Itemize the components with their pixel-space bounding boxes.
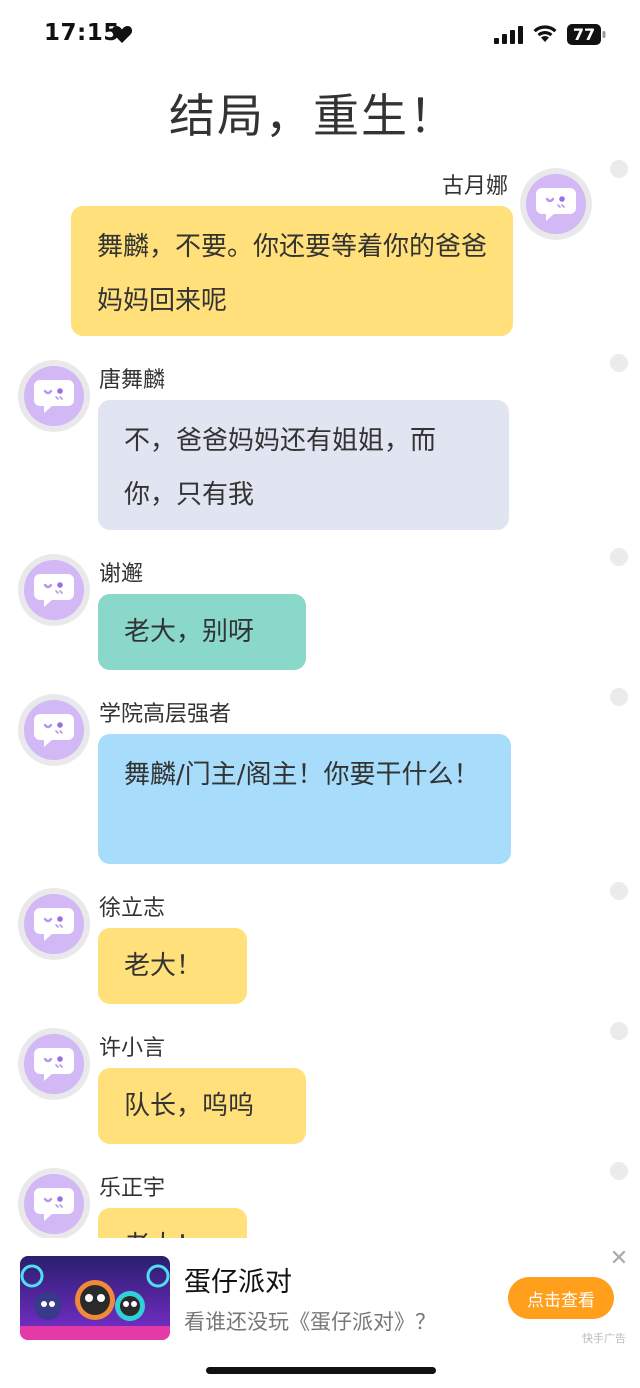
select-dot[interactable] <box>610 548 628 566</box>
message-bubble[interactable]: 舞麟，不要。你还要等着你的爸爸妈妈回来呢 <box>71 206 513 336</box>
select-dot[interactable] <box>610 160 628 178</box>
message-sender: 古月娜 <box>442 174 509 199</box>
ad-thumbnail[interactable] <box>20 1256 170 1340</box>
avatar[interactable] <box>18 694 90 766</box>
message-bubble[interactable]: 不，爸爸妈妈还有姐姐，而你，只有我 <box>98 400 509 530</box>
message-bubble[interactable]: 老大，别呀 <box>98 594 306 670</box>
select-dot[interactable] <box>610 354 628 372</box>
chat-bubble-icon <box>34 1048 74 1081</box>
heart-icon <box>111 26 133 43</box>
message-sender: 谢邂 <box>99 562 144 587</box>
avatar[interactable] <box>18 1168 90 1238</box>
chat-bubble-icon <box>34 1188 74 1221</box>
chat-bubble-icon <box>34 380 74 413</box>
message-sender: 乐正宇 <box>99 1176 166 1201</box>
message-bubble[interactable]: 老大！ <box>98 928 247 1004</box>
message-bubble[interactable]: 老大！ <box>98 1208 247 1238</box>
select-dot[interactable] <box>610 688 628 706</box>
wifi-icon <box>533 25 557 42</box>
battery-level: 77 <box>572 25 596 44</box>
ad-description[interactable]: 看谁还没玩《蛋仔派对》？ <box>184 1306 436 1336</box>
ad-view-button[interactable]: 点击查看 <box>508 1277 614 1319</box>
chat-bubble-icon <box>34 908 74 941</box>
avatar[interactable] <box>18 888 90 960</box>
status-bar: 17:15 77 <box>0 0 640 70</box>
avatar[interactable] <box>18 1028 90 1100</box>
ad-banner[interactable]: 蛋仔派对 看谁还没玩《蛋仔派对》？ 点击查看 ✕ 快手广告 <box>0 1240 640 1350</box>
message-bubble[interactable]: 队长，呜呜 <box>98 1068 306 1144</box>
chat-feed[interactable]: 古月娜 舞麟，不要。你还要等着你的爸爸妈妈回来呢 唐舞麟 不，爸爸妈妈还有姐姐，… <box>0 150 640 1238</box>
status-time: 17:15 <box>44 20 120 46</box>
page-title: 结局，重生！ <box>169 89 457 143</box>
select-dot[interactable] <box>610 1022 628 1040</box>
chat-bubble-icon <box>536 188 576 221</box>
chat-bubble-icon <box>34 714 74 747</box>
select-dot[interactable] <box>610 1162 628 1180</box>
close-icon[interactable]: ✕ <box>608 1248 630 1270</box>
avatar[interactable] <box>18 360 90 432</box>
ad-title[interactable]: 蛋仔派对 <box>184 1260 292 1299</box>
select-dot[interactable] <box>610 882 628 900</box>
home-indicator[interactable] <box>206 1367 436 1374</box>
message-bubble[interactable]: 舞麟/门主/阁主！你要干什么！ <box>98 734 511 864</box>
message-sender: 唐舞麟 <box>99 368 166 393</box>
message-sender: 许小言 <box>99 1036 166 1061</box>
message-sender: 徐立志 <box>99 896 166 921</box>
signal-icon <box>494 26 523 44</box>
avatar[interactable] <box>520 168 592 240</box>
chat-bubble-icon <box>34 574 74 607</box>
avatar[interactable] <box>18 554 90 626</box>
ad-tag: 快手广告 <box>582 1332 626 1345</box>
message-sender: 学院高层强者 <box>99 702 232 727</box>
